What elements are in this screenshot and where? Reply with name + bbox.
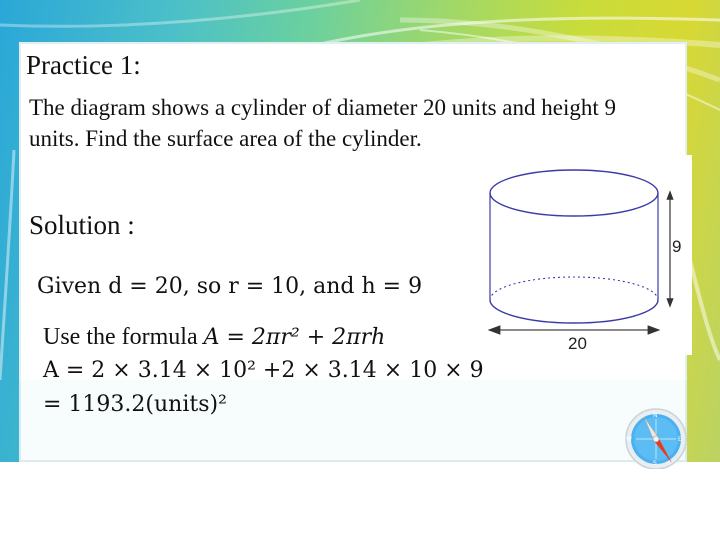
background-lower xyxy=(0,462,720,540)
cylinder-top-ellipse xyxy=(489,169,659,217)
compass-s: S xyxy=(653,460,657,467)
cylinder-bottom-front xyxy=(489,299,659,324)
substitution-line: A = 2 × 3.14 × 10² +2 × 3.14 × 10 × 9 xyxy=(43,358,484,383)
compass-w: W xyxy=(626,436,632,443)
formula-label: Use the formula xyxy=(43,324,204,350)
formula: A = 2πr² + 2πrh xyxy=(203,325,386,350)
problem-statement: The diagram shows a cylinder of diameter… xyxy=(29,95,616,151)
height-label: 9 xyxy=(672,237,681,256)
result-line: = 1193.2(units)² xyxy=(43,392,227,417)
compass-e: E xyxy=(678,436,682,443)
given-line: Given d = 20, so r = 10, and h = 9 xyxy=(37,274,423,299)
diameter-label: 20 xyxy=(568,334,587,353)
solution-heading: Solution : xyxy=(29,210,135,240)
cylinder-bottom-back xyxy=(489,276,659,301)
compass-icon: N E S W xyxy=(625,408,687,469)
slide-title: Practice 1: xyxy=(26,50,141,80)
formula-line: Use the formula A = 2πr² + 2πrh xyxy=(43,324,385,351)
compass-n: N xyxy=(653,412,658,419)
cylinder-diagram: 9 20 xyxy=(487,169,681,353)
